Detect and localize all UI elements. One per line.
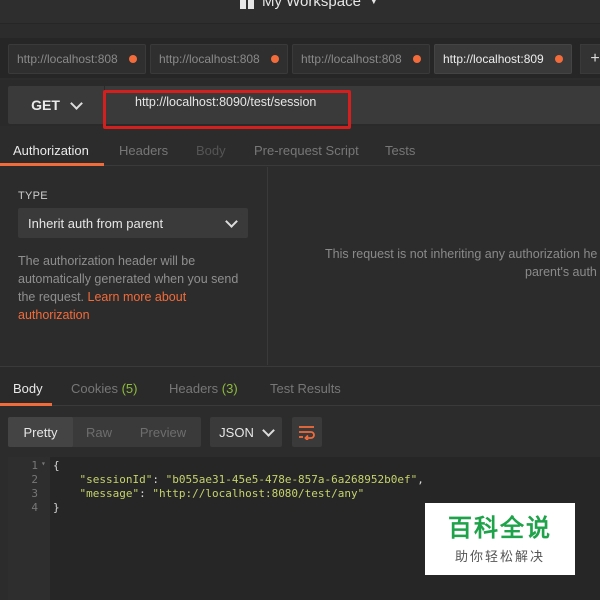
workspace-bar: My Workspace ▼ bbox=[0, 0, 600, 24]
code-line: 3 "message": "http://localhost:8080/test… bbox=[8, 487, 600, 501]
response-format-bar: Pretty Raw Preview JSON bbox=[0, 407, 600, 457]
workspace-title: My Workspace bbox=[262, 0, 361, 10]
chevron-down-icon bbox=[225, 214, 238, 228]
response-tab-label: Body bbox=[13, 381, 43, 396]
tab-authorization[interactable]: Authorization bbox=[13, 143, 89, 158]
unsaved-dot-icon bbox=[555, 55, 563, 63]
request-section-tabs: Authorization Headers Body Pre-request S… bbox=[0, 134, 600, 166]
new-tab-button[interactable]: + bbox=[580, 44, 600, 74]
line-number: 2 bbox=[31, 473, 38, 486]
type-label: TYPE bbox=[18, 190, 48, 202]
raw-button[interactable]: Raw bbox=[73, 417, 125, 447]
url-input[interactable] bbox=[135, 95, 435, 109]
line-number: 1 bbox=[31, 459, 38, 472]
chevron-down-icon bbox=[70, 96, 83, 110]
response-tab-test-results[interactable]: Test Results bbox=[270, 381, 341, 396]
workspace-icon bbox=[240, 0, 254, 9]
tab-label: http://localhost:809 bbox=[443, 52, 544, 66]
code-text: { bbox=[53, 459, 60, 472]
request-tabs-bar: http://localhost:808 http://localhost:80… bbox=[0, 38, 600, 78]
code-line: 2 "sessionId": "b055ae31-45e5-478e-857a-… bbox=[8, 473, 600, 487]
unsaved-dot-icon bbox=[129, 55, 137, 63]
wrap-lines-button[interactable] bbox=[292, 417, 322, 447]
line-number: 4 bbox=[31, 501, 38, 514]
preview-button[interactable]: Preview bbox=[125, 417, 201, 447]
cookies-count: (5) bbox=[121, 381, 138, 396]
tab-label: http://localhost:808 bbox=[159, 52, 260, 66]
request-bar: GET bbox=[0, 80, 600, 126]
line-number: 3 bbox=[31, 487, 38, 500]
caret-down-icon: ▼ bbox=[368, 0, 379, 7]
json-key: "sessionId" bbox=[79, 473, 153, 486]
code-text: } bbox=[53, 501, 60, 514]
auth-panel: TYPE Inherit auth from parent The author… bbox=[0, 167, 268, 365]
auth-type-select[interactable]: Inherit auth from parent bbox=[18, 208, 248, 238]
response-tab-body[interactable]: Body bbox=[13, 381, 43, 396]
format-select[interactable]: JSON bbox=[210, 417, 282, 447]
watermark-title: 百科全说 bbox=[448, 513, 552, 542]
code-text: "message": "http://localhost:8080/test/a… bbox=[79, 487, 365, 500]
json-key: "message" bbox=[79, 487, 140, 500]
wrap-lines-icon bbox=[299, 426, 315, 440]
active-response-tab-indicator bbox=[0, 403, 52, 406]
request-tab[interactable]: http://localhost:808 bbox=[150, 44, 288, 74]
response-tab-headers[interactable]: Headers (3) bbox=[169, 381, 238, 396]
inherit-message: This request is not inheriting any autho… bbox=[325, 245, 600, 281]
chevron-down-icon bbox=[261, 423, 275, 437]
view-mode-group: Pretty Raw Preview bbox=[8, 417, 201, 447]
inherit-message-line1: This request is not inheriting any autho… bbox=[325, 247, 598, 261]
response-tab-label: Test Results bbox=[270, 381, 341, 396]
code-text: "sessionId": "b055ae31-45e5-478e-857a-6a… bbox=[79, 473, 424, 486]
response-tab-cookies[interactable]: Cookies (5) bbox=[71, 381, 137, 396]
auth-type-value: Inherit auth from parent bbox=[28, 215, 164, 231]
tab-pre-request-script[interactable]: Pre-request Script bbox=[254, 143, 359, 158]
response-tab-label: Headers bbox=[169, 381, 219, 396]
tab-label: http://localhost:808 bbox=[17, 52, 118, 66]
json-value: "b055ae31-45e5-478e-857a-6a268952b0ef" bbox=[165, 473, 418, 486]
tab-tests[interactable]: Tests bbox=[385, 143, 415, 158]
watermark-subtitle: 助你轻松解决 bbox=[454, 549, 545, 565]
response-tab-label: Cookies bbox=[71, 381, 118, 396]
request-tab-active[interactable]: http://localhost:809 bbox=[434, 44, 572, 74]
method-select[interactable]: GET bbox=[8, 86, 104, 124]
fold-arrow-icon[interactable]: ▾ bbox=[41, 459, 46, 468]
unsaved-dot-icon bbox=[413, 55, 421, 63]
format-value: JSON bbox=[219, 424, 254, 440]
request-tab[interactable]: http://localhost:808 bbox=[292, 44, 430, 74]
code-line: 1 ▾ { bbox=[8, 459, 600, 473]
headers-count: (3) bbox=[221, 381, 238, 396]
response-tabs: Body Cookies (5) Headers (3) Test Result… bbox=[0, 366, 600, 406]
url-field bbox=[104, 86, 600, 124]
auth-description: The authorization header will be automat… bbox=[18, 252, 254, 324]
tab-label: http://localhost:808 bbox=[301, 52, 402, 66]
active-tab-indicator bbox=[0, 163, 104, 166]
inherit-message-line2: parent's auth bbox=[525, 265, 597, 279]
method-label: GET bbox=[31, 97, 60, 113]
request-tab[interactable]: http://localhost:808 bbox=[8, 44, 146, 74]
tab-headers[interactable]: Headers bbox=[119, 143, 168, 158]
unsaved-dot-icon bbox=[271, 55, 279, 63]
pretty-button[interactable]: Pretty bbox=[8, 417, 73, 447]
json-value: "http://localhost:8080/test/any" bbox=[152, 487, 365, 500]
auth-info-panel: This request is not inheriting any autho… bbox=[269, 167, 600, 365]
watermark-logo: 百科全说 助你轻松解决 bbox=[425, 503, 575, 575]
tab-body[interactable]: Body bbox=[196, 143, 226, 158]
workspace-switcher[interactable]: My Workspace ▼ bbox=[240, 0, 379, 10]
